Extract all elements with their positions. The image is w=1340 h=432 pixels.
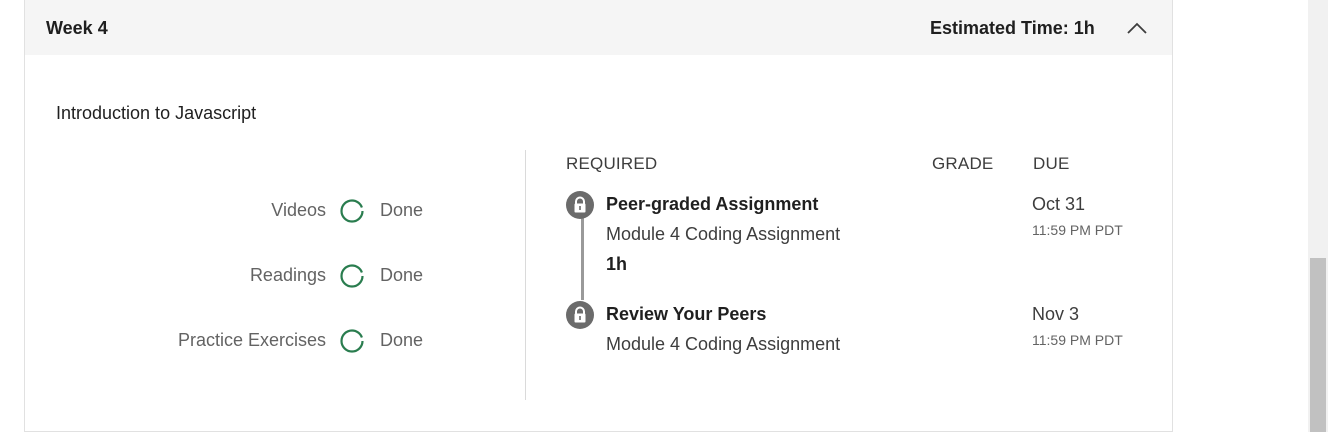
due-time: 11:59 PM PDT <box>1032 332 1123 348</box>
chevron-up-icon[interactable] <box>1125 17 1149 41</box>
assignment-subtitle: Module 4 Coding Assignment <box>606 224 841 244</box>
progress-ring-icon <box>340 199 364 223</box>
progress-status: Done <box>380 265 424 285</box>
scrollbar-thumb[interactable] <box>1310 258 1326 432</box>
progress-row-practice-exercises: Practice Exercises Done <box>25 326 425 356</box>
due-date: Oct 31 <box>1032 194 1086 214</box>
module-title: Introduction to Javascript <box>56 103 257 123</box>
progress-status: Done <box>380 330 424 350</box>
timeline-connector <box>581 215 584 300</box>
week-header[interactable]: Week 4 Estimated Time: 1h <box>25 0 1172 55</box>
column-header-due: DUE <box>1033 154 1070 173</box>
column-divider <box>525 150 526 400</box>
column-header-grade: GRADE <box>932 154 994 173</box>
due-time: 11:59 PM PDT <box>1032 222 1123 238</box>
assignment-title[interactable]: Peer-graded Assignment <box>606 194 818 215</box>
progress-row-videos: Videos Done <box>25 196 425 226</box>
assignment-title[interactable]: Review Your Peers <box>606 304 766 325</box>
lock-icon <box>566 301 594 329</box>
assignment-duration: 1h <box>606 254 628 274</box>
progress-row-readings: Readings Done <box>25 261 425 291</box>
progress-label: Readings <box>249 265 326 285</box>
progress-ring-icon <box>340 329 364 353</box>
due-date: Nov 3 <box>1032 304 1080 324</box>
progress-ring-icon <box>340 264 364 288</box>
lock-icon <box>566 191 594 219</box>
week-card: Week 4 Estimated Time: 1h Introduction t… <box>24 0 1173 432</box>
estimated-time: Estimated Time: 1h <box>930 18 1095 38</box>
week-title: Week 4 <box>46 18 108 38</box>
column-header-required: REQUIRED <box>566 154 658 173</box>
progress-status: Done <box>380 200 424 220</box>
progress-label: Practice Exercises <box>177 330 326 350</box>
assignment-subtitle: Module 4 Coding Assignment <box>606 334 841 354</box>
progress-label: Videos <box>271 200 326 220</box>
